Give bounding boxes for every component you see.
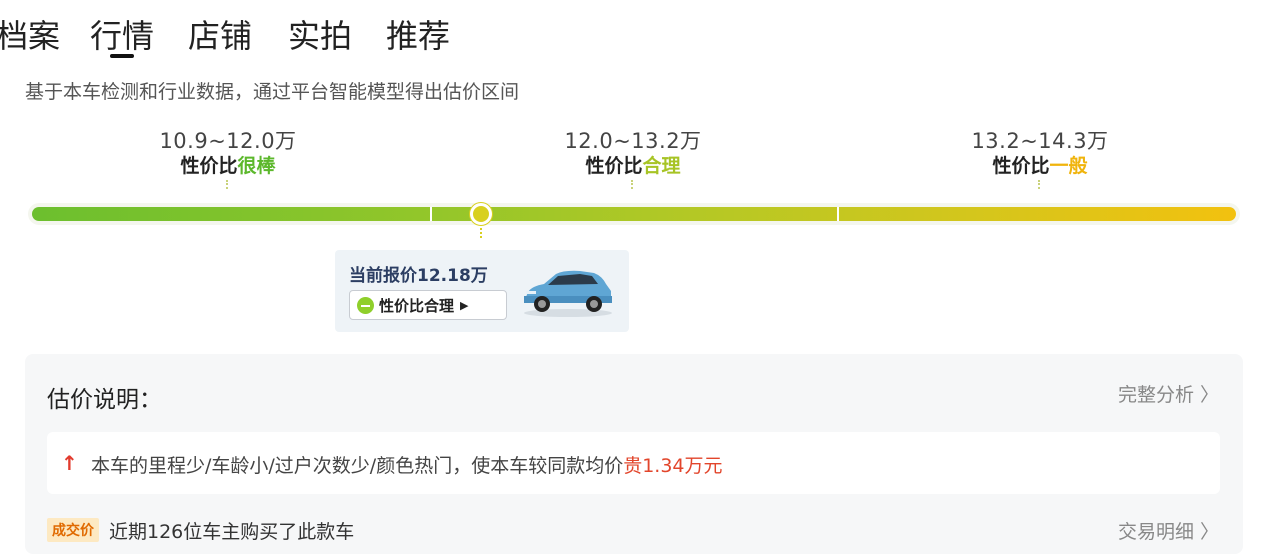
- deal-summary: 成交价 近期126位车主购买了此款车: [47, 516, 354, 544]
- active-tab-indicator: [110, 54, 134, 58]
- valuation-subtitle: 基于本车检测和行业数据，通过平台智能模型得出估价区间: [25, 81, 520, 103]
- current-price-marker: [470, 203, 492, 225]
- price-band-fair: 12.0~13.2万 性价比合理: [518, 128, 748, 189]
- deal-price-tag: 成交价: [47, 518, 99, 542]
- deal-details-link[interactable]: 交易明细 〉: [1118, 517, 1219, 544]
- badge-label: 性价比合理: [379, 296, 455, 315]
- price-band-average: 13.2~14.3万 性价比一般: [925, 128, 1155, 189]
- arrow-up-icon: ↑: [61, 451, 78, 475]
- band-label: 性价比一般: [992, 155, 1088, 177]
- band-label: 性价比很棒: [180, 155, 276, 177]
- band-tick: [1037, 180, 1043, 189]
- price-reason-card: ↑ 本车的里程少/车龄小/过户次数少/颜色热门，使本车较同款均价贵1.34万元: [47, 432, 1220, 494]
- play-arrow-icon: ▶: [460, 298, 469, 312]
- price-reason-text: 本车的里程少/车龄小/过户次数少/颜色热门，使本车较同款均价贵1.34万元: [91, 455, 723, 477]
- valuation-explanation-panel: 估价说明： 完整分析 〉 ↑ 本车的里程少/车龄小/过户次数少/颜色热门，使本车…: [25, 354, 1243, 554]
- bar-separator: [430, 207, 432, 221]
- neutral-face-icon: [357, 296, 374, 314]
- tab-archive[interactable]: 档案: [0, 14, 60, 58]
- full-analysis-link[interactable]: 完整分析 〉: [1118, 380, 1219, 407]
- current-price-card: 当前报价12.18万 性价比合理 ▶: [335, 250, 629, 332]
- marker-stem: [480, 228, 482, 238]
- tab-recommend[interactable]: 推荐: [386, 14, 450, 58]
- tab-store[interactable]: 店铺: [188, 14, 252, 58]
- band-tick: [225, 180, 231, 189]
- tab-photos[interactable]: 实拍: [288, 14, 352, 58]
- tab-market[interactable]: 行情: [90, 14, 154, 58]
- panel-title: 估价说明：: [47, 387, 162, 413]
- car-thumbnail-icon: [524, 270, 612, 317]
- band-label: 性价比合理: [585, 155, 681, 177]
- bar-separator: [837, 207, 839, 221]
- value-badge-button[interactable]: 性价比合理 ▶: [349, 290, 507, 320]
- band-range: 12.0~13.2万: [564, 129, 702, 153]
- current-price: 当前报价12.18万: [349, 266, 488, 286]
- price-premium: 贵1.34万元: [623, 455, 723, 477]
- band-tick: [630, 180, 636, 189]
- price-band-great: 10.9~12.0万 性价比很棒: [113, 128, 343, 189]
- deal-count-text: 近期126位车主购买了此款车: [109, 520, 355, 543]
- band-range: 13.2~14.3万: [971, 129, 1109, 153]
- band-range: 10.9~12.0万: [159, 129, 297, 153]
- price-range-bar: [32, 207, 1236, 221]
